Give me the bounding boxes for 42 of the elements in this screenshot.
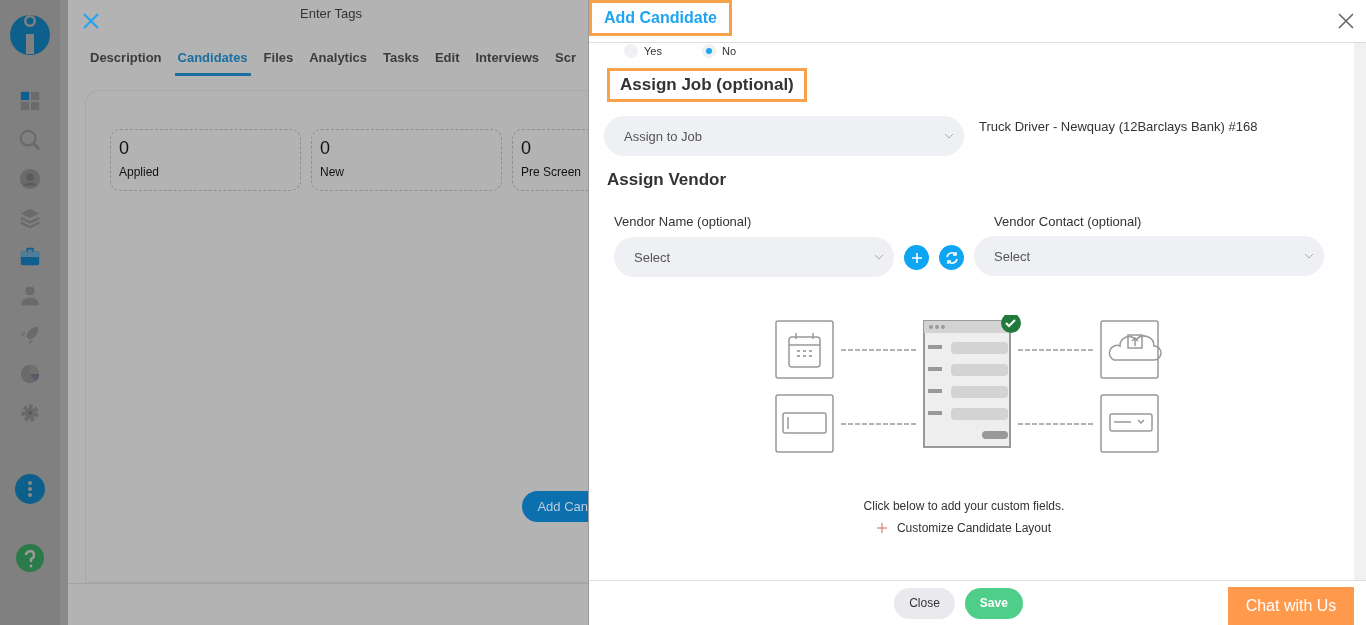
- stage-card[interactable]: 0 Applied: [110, 129, 301, 191]
- job-name: Truck Driver - Newquay (12Barclays Bank) #168: [979, 119, 1258, 134]
- tab[interactable]: Interviews: [472, 44, 543, 76]
- stage-count: 0: [320, 138, 331, 159]
- stage-label: Pre Screen: [521, 165, 583, 179]
- section-heading: Assign Job (optional): [607, 68, 807, 102]
- plus-icon: [876, 523, 887, 533]
- add-candidate-button[interactable]: Add Can: [522, 491, 588, 522]
- refresh-button[interactable]: [939, 245, 964, 270]
- chevron-down-icon: [874, 254, 884, 260]
- tab[interactable]: Scr: [552, 44, 580, 76]
- stage-label: New: [320, 165, 345, 179]
- tab[interactable]: Edit: [431, 44, 463, 76]
- refresh-icon: [944, 250, 959, 265]
- field-label: Vendor Name (optional): [614, 214, 753, 229]
- dialog-title: Add Candidate: [589, 0, 732, 36]
- radio-option[interactable]: No: [701, 44, 736, 58]
- tags-title: Enter Tags: [300, 6, 362, 21]
- plus-icon: [910, 251, 923, 264]
- tab[interactable]: Tasks: [380, 44, 422, 76]
- job-select[interactable]: Assign to Job: [604, 116, 964, 156]
- stage-count: 0: [119, 138, 130, 159]
- tab[interactable]: Analytics: [306, 44, 371, 76]
- close-icon[interactable]: [1338, 13, 1354, 29]
- stage-card[interactable]: 0 New: [311, 129, 502, 191]
- custom-fields-hint: Click below to add your custom fields.: [863, 499, 1065, 513]
- vendor-contact-select[interactable]: Select: [974, 236, 1324, 276]
- chevron-down-icon: [1304, 253, 1314, 259]
- vendor-name-select[interactable]: Select: [614, 237, 894, 277]
- help-icon[interactable]: [16, 544, 44, 572]
- field-label: Vendor Contact (optional): [994, 214, 1142, 229]
- add-vendor-button[interactable]: [904, 245, 929, 270]
- section-heading: Assign Vendor: [607, 170, 728, 190]
- stage-label: Applied: [119, 165, 161, 179]
- stage-count: 0: [521, 138, 532, 159]
- chevron-down-icon: [944, 133, 954, 139]
- more-options-icon[interactable]: [15, 474, 45, 504]
- radio-option[interactable]: Yes: [624, 44, 662, 58]
- customize-layout-link[interactable]: Customize Candidate Layout: [876, 521, 1052, 535]
- tab[interactable]: Description: [87, 44, 165, 76]
- close-button[interactable]: Close: [894, 587, 955, 619]
- tab[interactable]: Files: [260, 44, 297, 76]
